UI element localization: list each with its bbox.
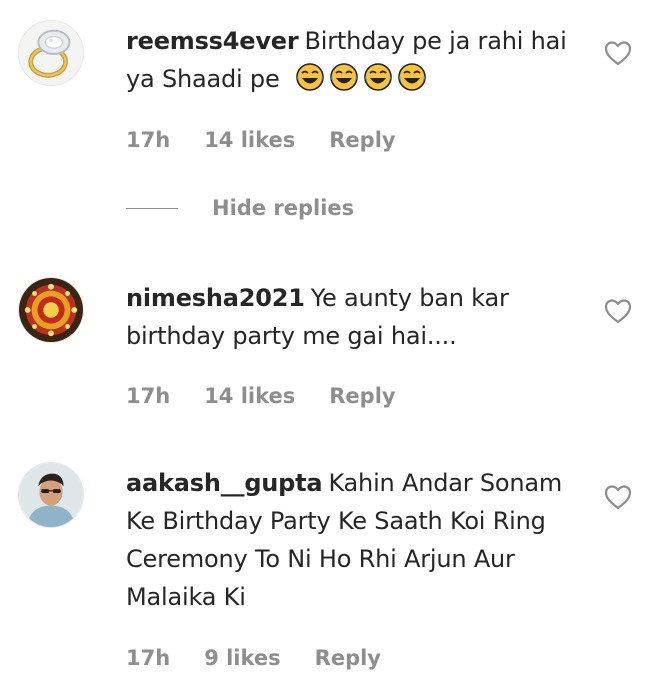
divider-line	[126, 207, 178, 209]
comment-timestamp[interactable]: 17h	[126, 128, 170, 152]
comment-text: reemss4ever Birthday pe ja rahi hai ya Sh…	[126, 22, 576, 98]
hide-replies-toggle[interactable]: Hide replies	[126, 196, 354, 220]
comment-username[interactable]: reemss4ever	[126, 27, 299, 55]
reply-button[interactable]: Reply	[315, 646, 381, 670]
comment-timestamp[interactable]: 17h	[126, 384, 170, 408]
comment-likes[interactable]: 9 likes	[204, 646, 280, 670]
comment-meta: 17h 14 likes Reply	[126, 128, 396, 152]
comment-likes[interactable]: 14 likes	[204, 384, 295, 408]
like-heart-icon[interactable]	[604, 298, 632, 324]
comment-username[interactable]: nimesha2021	[126, 284, 305, 312]
tears-of-joy-emoji-icon	[329, 62, 359, 92]
comment-text: aakash__gupta Kahin Andar Sonam Ke Birthd…	[126, 464, 576, 616]
person-avatar-image	[19, 463, 83, 527]
comment-likes[interactable]: 14 likes	[204, 128, 295, 152]
comment-meta: 17h 9 likes Reply	[126, 646, 381, 670]
avatar[interactable]	[18, 462, 84, 528]
hide-replies-label: Hide replies	[212, 196, 355, 220]
reply-button[interactable]: Reply	[329, 128, 395, 152]
like-heart-icon[interactable]	[604, 40, 632, 66]
avatar[interactable]	[18, 20, 84, 86]
rangoli-avatar-image	[19, 278, 83, 342]
comment-text: nimesha2021 Ye aunty ban kar birthday par…	[126, 279, 576, 355]
comment-timestamp[interactable]: 17h	[126, 646, 170, 670]
like-heart-icon[interactable]	[604, 484, 632, 510]
comment-username[interactable]: aakash__gupta	[126, 469, 323, 497]
ring-avatar-image	[19, 21, 83, 85]
tears-of-joy-emoji-icon	[295, 62, 325, 92]
comment-meta: 17h 14 likes Reply	[126, 384, 396, 408]
avatar[interactable]	[18, 277, 84, 343]
reply-button[interactable]: Reply	[329, 384, 395, 408]
tears-of-joy-emoji-icon	[363, 62, 393, 92]
tears-of-joy-emoji-icon	[397, 62, 427, 92]
